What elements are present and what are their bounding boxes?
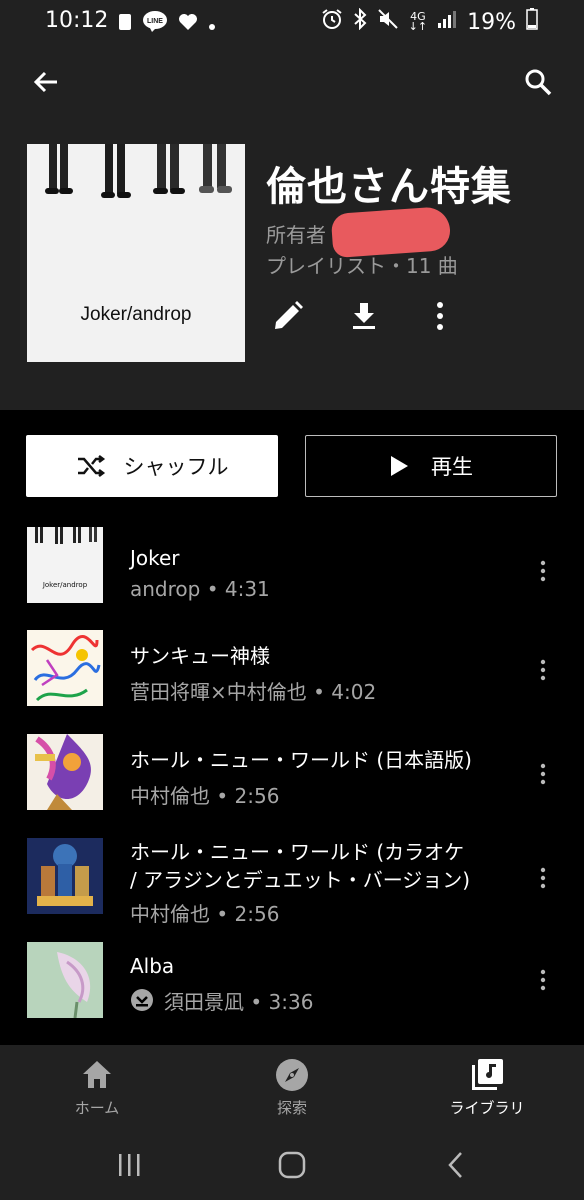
- status-right-icons: 4G ↓↑ 19%: [321, 7, 538, 36]
- track-more-button[interactable]: [530, 551, 556, 591]
- playlist-owner: 所有者: [266, 223, 326, 247]
- more-icon: [540, 867, 546, 889]
- playback-buttons: シャッフル 再生: [26, 435, 558, 499]
- nav-library[interactable]: ライブラリ: [422, 1057, 552, 1118]
- track-row[interactable]: Alba 須田景凪 • 3:36: [0, 942, 584, 1022]
- nav-explore[interactable]: 探索: [227, 1057, 357, 1118]
- track-title: ホール・ニュー・ワールド (カラオケ: [130, 840, 465, 864]
- playlist-actions: [266, 294, 466, 338]
- recent-apps-icon: [119, 1154, 140, 1176]
- image-icon: [118, 12, 132, 37]
- recent-apps-button[interactable]: [105, 1145, 153, 1185]
- search-button[interactable]: [514, 58, 562, 106]
- track-title: ホール・ニュー・ワールド (日本語版): [130, 748, 472, 772]
- more-icon: [540, 659, 546, 681]
- signal-icon: [437, 9, 457, 35]
- heart-icon: [178, 12, 198, 37]
- track-row[interactable]: ホール・ニュー・ワールド (日本語版) 中村倫也 • 2:56: [0, 734, 584, 814]
- download-button[interactable]: [342, 294, 386, 338]
- track-thumbnail: [27, 838, 103, 914]
- search-icon: [525, 69, 552, 96]
- more-options-button[interactable]: [418, 294, 462, 338]
- thumb-text: Joker/androp: [42, 581, 88, 589]
- back-button[interactable]: [22, 58, 70, 106]
- home-square-icon: [278, 1151, 306, 1179]
- svg-text:LINE: LINE: [147, 18, 163, 25]
- status-time: 10:12: [45, 8, 109, 33]
- playlist-header: Joker/androp 倫也さん特集 所有者 プレイリスト・11 曲: [0, 44, 584, 410]
- status-bar: 10:12 LINE 4G ↓↑ 19%: [0, 0, 584, 44]
- track-thumbnail: [27, 630, 103, 706]
- playlist-meta: プレイリスト・11 曲: [266, 254, 458, 278]
- shuffle-label: シャッフル: [123, 455, 229, 479]
- track-more-button[interactable]: [530, 754, 556, 794]
- back-system-button[interactable]: [432, 1145, 480, 1185]
- track-row[interactable]: ホール・ニュー・ワールド (カラオケ / アラジンとデュエット・バージョン) 中…: [0, 838, 584, 926]
- alarm-icon: [321, 8, 343, 36]
- download-icon: [353, 303, 375, 329]
- track-subtitle: 菅田将暉×中村倫也 • 4:02: [130, 680, 377, 704]
- track-more-button[interactable]: [530, 650, 556, 690]
- network-4g-icon: 4G ↓↑: [408, 10, 428, 33]
- more-icon: [540, 763, 546, 785]
- shuffle-button[interactable]: シャッフル: [26, 435, 278, 497]
- more-icon: [540, 969, 546, 991]
- downloaded-icon: [130, 988, 154, 1016]
- track-thumbnail: [27, 734, 103, 810]
- nav-home[interactable]: ホーム: [32, 1057, 162, 1118]
- battery-icon: [526, 8, 538, 36]
- track-title-line2: / アラジンとデュエット・バージョン): [130, 868, 471, 892]
- track-title: Joker: [130, 546, 180, 570]
- system-nav-bar: [0, 1133, 584, 1200]
- shuffle-icon: [77, 455, 105, 477]
- cover-art: [45, 144, 232, 198]
- cover-text: Joker/androp: [80, 304, 192, 325]
- home-icon: [83, 1061, 111, 1088]
- play-icon: [391, 456, 408, 476]
- track-more-button[interactable]: [530, 960, 556, 1000]
- track-subtitle: 中村倫也 • 2:56: [130, 902, 280, 926]
- battery-percent: 19%: [467, 9, 516, 35]
- track-title: Alba: [130, 954, 175, 978]
- dot-icon: [208, 12, 216, 37]
- play-button[interactable]: 再生: [305, 435, 557, 497]
- edit-icon: [275, 301, 303, 329]
- more-icon: [540, 560, 546, 582]
- bottom-nav: ホーム 探索 ライブラリ: [0, 1045, 584, 1133]
- track-subtitle: 中村倫也 • 2:56: [130, 784, 280, 808]
- mute-icon: [377, 8, 399, 36]
- nav-home-label: ホーム: [74, 1099, 120, 1117]
- network-label: 4G: [410, 10, 426, 23]
- track-row[interactable]: サンキュー神様 菅田将暉×中村倫也 • 4:02: [0, 630, 584, 710]
- nav-explore-label: 探索: [276, 1099, 307, 1117]
- home-system-button[interactable]: [268, 1145, 316, 1185]
- edit-button[interactable]: [266, 294, 310, 338]
- arrow-back-icon: [33, 71, 57, 93]
- library-icon: [472, 1059, 503, 1090]
- playlist-title: 倫也さん特集: [266, 164, 512, 210]
- explore-icon: [276, 1059, 308, 1091]
- line-icon: LINE: [142, 10, 168, 38]
- track-row[interactable]: Joker/androp Joker androp • 4:31: [0, 527, 584, 607]
- track-thumbnail: Joker/androp: [27, 527, 103, 603]
- playlist-cover: Joker/androp: [27, 144, 245, 362]
- status-left-icons: LINE: [118, 10, 216, 38]
- chevron-left-icon: [448, 1152, 462, 1178]
- track-more-button[interactable]: [530, 858, 556, 898]
- nav-library-label: ライブラリ: [449, 1099, 525, 1117]
- bluetooth-icon: [353, 7, 367, 36]
- track-title: サンキュー神様: [130, 644, 270, 668]
- track-subtitle: 須田景凪 • 3:36: [164, 990, 314, 1014]
- track-subtitle: androp • 4:31: [130, 577, 270, 601]
- track-thumbnail: [27, 942, 103, 1018]
- play-label: 再生: [431, 455, 473, 479]
- more-icon: [437, 302, 443, 330]
